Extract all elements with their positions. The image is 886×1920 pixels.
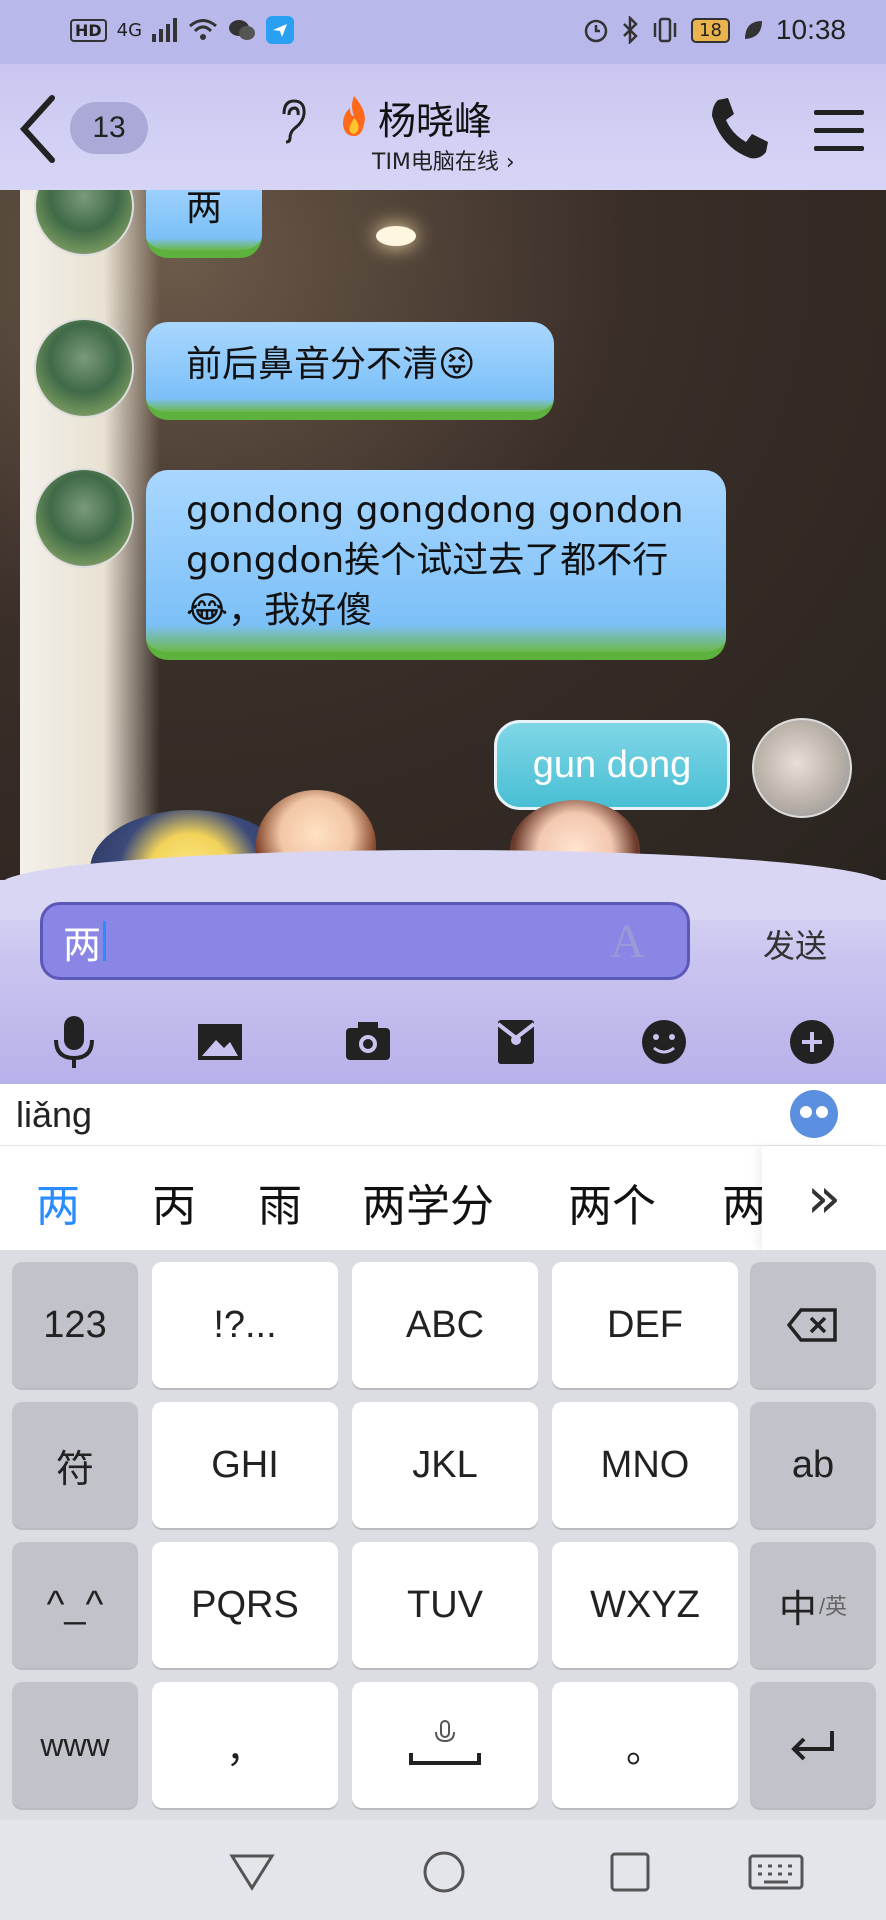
- message-input-value: 两: [63, 922, 102, 967]
- key-123[interactable]: 123: [12, 1262, 138, 1388]
- leaf-icon: [744, 21, 762, 39]
- clock: 10:38: [775, 14, 846, 45]
- my-avatar[interactable]: [752, 718, 852, 818]
- home-nav-icon[interactable]: [416, 1844, 472, 1900]
- hd-badge: HD: [70, 18, 107, 42]
- system-nav-bar: [0, 1820, 886, 1920]
- status-bar: HD 4G 18 10:38: [0, 0, 886, 64]
- key-pqrs[interactable]: PQRS: [152, 1542, 338, 1668]
- microphone-icon[interactable]: [42, 1010, 106, 1074]
- candidate[interactable]: 两: [36, 1170, 80, 1234]
- status-right: 18 10:38: [583, 14, 846, 46]
- space-mic-icon: [409, 1720, 481, 1765]
- back-icon[interactable]: [18, 94, 58, 164]
- key-abc[interactable]: ABC: [352, 1262, 538, 1388]
- ear-icon[interactable]: [278, 98, 308, 144]
- emoji-icon[interactable]: [632, 1010, 696, 1074]
- key-punctuation[interactable]: !?...: [152, 1262, 338, 1388]
- alarm-icon: [584, 19, 608, 43]
- chat-messages[interactable]: 两 前后鼻音分不清😝 gondong gongdong gondon gongd…: [0, 190, 886, 880]
- candidate[interactable]: 雨: [258, 1170, 302, 1234]
- keyboard-hide-icon[interactable]: [746, 1844, 806, 1900]
- recents-nav-icon[interactable]: [602, 1844, 658, 1900]
- status-chevron-icon: ›: [505, 150, 515, 175]
- message-input[interactable]: 两: [40, 902, 690, 980]
- wifi-icon: [189, 19, 218, 40]
- camera-icon[interactable]: [336, 1010, 400, 1074]
- pinyin-composition: liǎng: [16, 1094, 93, 1135]
- language-switch-key[interactable]: 中/英: [750, 1542, 876, 1668]
- candidate[interactable]: 两个: [568, 1170, 656, 1234]
- key-emoticon[interactable]: ^_^: [12, 1542, 138, 1668]
- contact-name[interactable]: 杨晓峰: [378, 90, 492, 145]
- candidate[interactable]: 丙: [152, 1170, 196, 1234]
- key-period[interactable]: 。: [552, 1682, 738, 1808]
- network-type: 4G: [116, 19, 143, 41]
- backspace-key[interactable]: [750, 1262, 876, 1388]
- chat-header: 13 杨晓峰 TIM电脑在线 ›: [0, 64, 886, 190]
- font-style-icon[interactable]: A: [610, 914, 670, 970]
- wechat-icon: [229, 20, 256, 40]
- vibrate-icon: [653, 17, 677, 43]
- avatar[interactable]: [34, 468, 134, 568]
- background-light: [376, 226, 416, 246]
- back-nav-icon[interactable]: [224, 1844, 280, 1900]
- candidate[interactable]: 两学分: [362, 1170, 494, 1234]
- phone-icon[interactable]: [706, 94, 770, 164]
- fire-icon: [343, 96, 365, 136]
- keyboard: 123 !?... ABC DEF 符 GHI JKL MNO ab ^_^ P…: [0, 1250, 886, 1820]
- language-switch-sub: /英: [818, 1594, 848, 1619]
- expand-candidates-icon[interactable]: »: [762, 1146, 886, 1250]
- bluetooth-icon: [623, 16, 638, 44]
- avatar[interactable]: [34, 318, 134, 418]
- unread-count-badge[interactable]: 13: [70, 102, 148, 154]
- status-left: HD 4G: [70, 16, 295, 44]
- backspace-icon: [787, 1308, 837, 1342]
- send-button[interactable]: 发送: [740, 916, 850, 972]
- key-www[interactable]: www: [12, 1682, 138, 1808]
- message-bubble-left[interactable]: 前后鼻音分不清😝: [146, 322, 554, 420]
- enter-key[interactable]: [750, 1682, 876, 1808]
- language-switch-label: 中: [778, 1588, 817, 1631]
- plus-icon[interactable]: [780, 1010, 844, 1074]
- app-notification-icon: [266, 16, 295, 44]
- text-caret: [103, 921, 107, 961]
- message-bubble-right[interactable]: gun dong: [494, 720, 730, 810]
- key-jkl[interactable]: JKL: [352, 1402, 538, 1528]
- message-bubble-left[interactable]: gondong gongdong gondon gongdon挨个试过去了都不行…: [146, 470, 726, 660]
- key-symbols[interactable]: 符: [12, 1402, 138, 1528]
- key-tuv[interactable]: TUV: [352, 1542, 538, 1668]
- contact-online-status[interactable]: TIM电脑在线 ›: [372, 144, 515, 176]
- image-icon[interactable]: [188, 1010, 252, 1074]
- ime-pinyin-bar: liǎng: [0, 1084, 886, 1146]
- key-ghi[interactable]: GHI: [152, 1402, 338, 1528]
- menu-icon[interactable]: [812, 106, 866, 156]
- enter-icon: [791, 1731, 834, 1761]
- message-bubble-left[interactable]: 两: [146, 190, 263, 258]
- signal-icon: [152, 18, 178, 42]
- input-area: 两 A 发送: [0, 850, 886, 1084]
- contact-status-text: TIM电脑在线: [372, 150, 499, 175]
- red-packet-icon[interactable]: [484, 1010, 548, 1074]
- key-wxyz[interactable]: WXYZ: [552, 1542, 738, 1668]
- candidate-bar: 两 丙 雨 两学分 两个 两 »: [0, 1146, 886, 1250]
- space-key[interactable]: [352, 1682, 538, 1808]
- ime-logo-icon[interactable]: [790, 1090, 838, 1138]
- battery-indicator: 18: [691, 17, 730, 43]
- key-mno[interactable]: MNO: [552, 1402, 738, 1528]
- chat-toolbar: [0, 1010, 886, 1080]
- key-ab[interactable]: ab: [750, 1402, 876, 1528]
- candidate[interactable]: 两: [722, 1170, 766, 1234]
- key-comma[interactable]: ，: [152, 1682, 338, 1808]
- key-def[interactable]: DEF: [552, 1262, 738, 1388]
